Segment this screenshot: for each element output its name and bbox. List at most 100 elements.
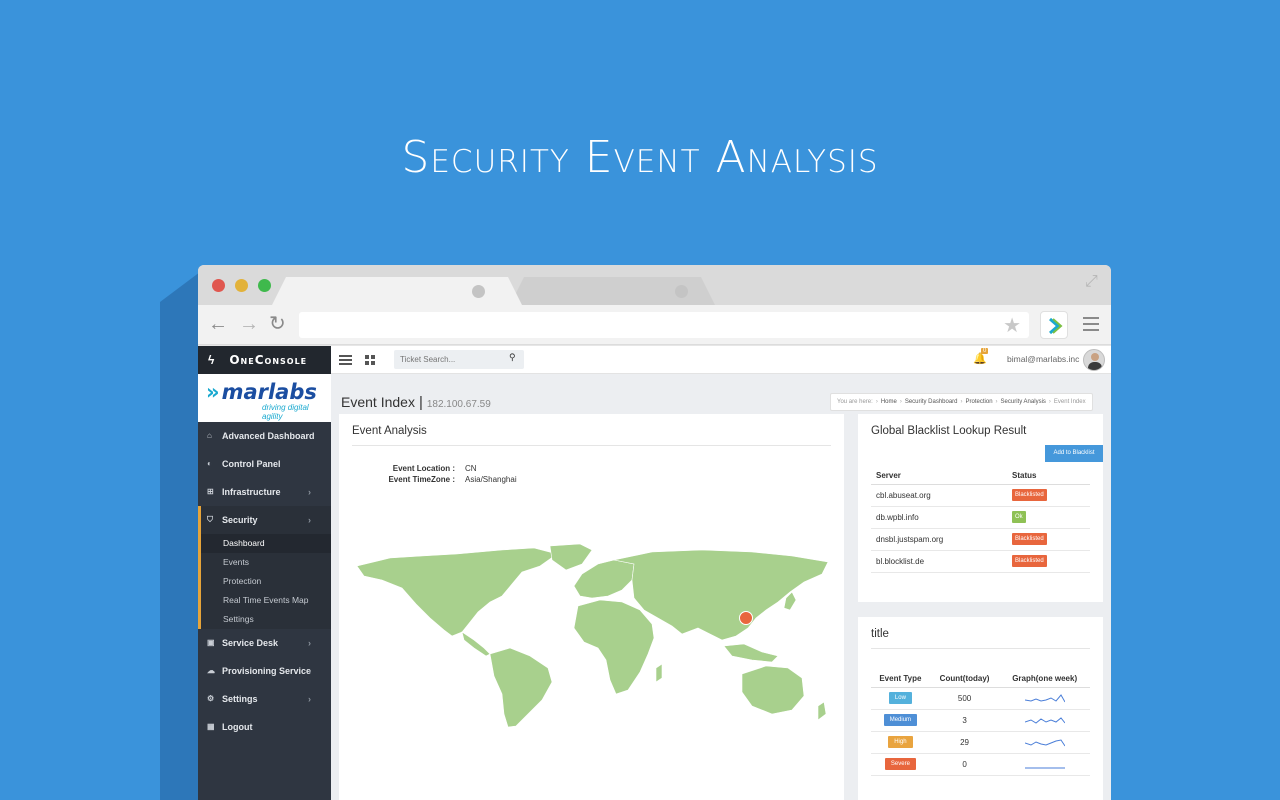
sidebar-item-settings[interactable]: ⚙ Settings › bbox=[198, 685, 331, 713]
world-map[interactable] bbox=[352, 544, 832, 729]
user-email[interactable]: bimal@marlabs.inc bbox=[1007, 354, 1079, 364]
company-logo[interactable]: »marlabs driving digital agility bbox=[198, 374, 331, 422]
breadcrumb-separator-icon: › bbox=[899, 399, 902, 405]
blacklist-table: Server Status cbl.abuseat.org Blacklisted… bbox=[871, 467, 1090, 573]
sparkline-cell bbox=[999, 753, 1090, 776]
panel-divider bbox=[871, 648, 1090, 649]
event-count: 29 bbox=[929, 731, 1000, 754]
sidebar-subitem-events[interactable]: Events bbox=[198, 553, 331, 572]
sidebar-item-control-panel[interactable]: ◐ Control Panel bbox=[198, 450, 331, 478]
sidebar-item-label: Advanced Dashboard bbox=[222, 431, 315, 441]
page-header: Event Index | 182.100.67.59 bbox=[341, 394, 491, 412]
chevron-right-icon: › bbox=[308, 487, 311, 497]
sitemap-icon: ⊞ bbox=[207, 487, 214, 496]
event-location-marker[interactable] bbox=[739, 611, 753, 625]
event-count: 0 bbox=[929, 753, 1000, 776]
briefcase-icon: ▣ bbox=[207, 638, 215, 647]
column-header: Graph(one week) bbox=[999, 670, 1090, 688]
sidebar-item-label: Settings bbox=[222, 694, 258, 704]
australia-shape bbox=[741, 665, 805, 715]
close-window-dot[interactable] bbox=[212, 279, 225, 292]
gears-icon: ⚙ bbox=[207, 694, 215, 703]
browser-tab-inactive[interactable] bbox=[510, 277, 715, 305]
breadcrumb-separator-icon: › bbox=[875, 399, 878, 405]
server-name: dnsbl.justspam.org bbox=[871, 528, 1007, 551]
table-row: Low 500 bbox=[871, 687, 1090, 710]
search-icon[interactable]: ⚲ bbox=[509, 352, 516, 363]
sparkline-cell bbox=[999, 731, 1090, 754]
sidebar-item-provisioning-service[interactable]: ☁ Provisioning Service › bbox=[198, 657, 331, 685]
table-row: db.wpbl.info Ok bbox=[871, 506, 1090, 529]
sidebar-item-infrastructure[interactable]: ⊞ Infrastructure › bbox=[198, 478, 331, 506]
southeast-asia-islands-shape bbox=[723, 643, 779, 663]
sidebar-subitem-settings[interactable]: Settings bbox=[198, 610, 331, 629]
sidebar-subitem-protection[interactable]: Protection bbox=[198, 572, 331, 591]
breadcrumb-link[interactable]: Security Dashboard bbox=[905, 399, 958, 405]
browser-tab-active[interactable] bbox=[272, 277, 522, 305]
minimize-window-dot[interactable] bbox=[235, 279, 248, 292]
panel-divider bbox=[352, 445, 831, 446]
ticket-search-input[interactable] bbox=[394, 350, 524, 369]
breadcrumb-link[interactable]: Protection bbox=[966, 399, 993, 405]
server-name: bl.blocklist.de bbox=[871, 550, 1007, 573]
table-row: cbl.abuseat.org Blacklisted bbox=[871, 484, 1090, 507]
event-type-badge: High bbox=[888, 736, 913, 748]
table-row: dnsbl.justspam.org Blacklisted bbox=[871, 528, 1090, 551]
sidebar-subitem-real-time-events-map[interactable]: Real Time Events Map bbox=[198, 591, 331, 610]
event-timezone-label: Event TimeZone : bbox=[388, 475, 455, 484]
add-to-blacklist-button[interactable]: Add to Blacklist bbox=[1045, 445, 1103, 462]
event-count: 500 bbox=[929, 687, 1000, 710]
table-row: Severe 0 bbox=[871, 753, 1090, 776]
browser-tabbar: ⤢ bbox=[198, 265, 1111, 305]
apps-grid-icon[interactable] bbox=[365, 355, 375, 365]
column-header: Status bbox=[1007, 467, 1090, 485]
status-cell: Ok bbox=[1007, 506, 1090, 529]
browser-menu-icon[interactable] bbox=[1083, 317, 1099, 335]
calendar-icon: ▦ bbox=[207, 722, 215, 731]
cloud-icon: ☁ bbox=[207, 666, 215, 675]
event-type-badge: Severe bbox=[884, 758, 916, 770]
sidebar-item-label: Control Panel bbox=[222, 459, 281, 469]
sidebar-item-service-desk[interactable]: ▣ Service Desk › bbox=[198, 629, 331, 657]
events-title: title bbox=[871, 628, 889, 640]
madagascar-shape bbox=[655, 663, 663, 683]
events-panel: title Event Type Count(today) Graph(one … bbox=[858, 617, 1103, 800]
bookmark-star-icon[interactable]: ★ bbox=[1003, 313, 1021, 338]
fullscreen-icon[interactable]: ⤢ bbox=[1085, 273, 1103, 291]
marlabs-extension-icon[interactable] bbox=[1040, 311, 1068, 339]
logo-chevron-icon: » bbox=[206, 380, 220, 404]
back-arrow-icon[interactable]: ← bbox=[208, 313, 228, 335]
column-header: Server bbox=[871, 467, 1007, 485]
sidebar-item-label: Service Desk bbox=[222, 638, 279, 648]
chevron-right-icon: › bbox=[308, 515, 311, 525]
status-badge: Blacklisted bbox=[1012, 555, 1047, 567]
sidebar-subitem-dashboard[interactable]: Dashboard bbox=[198, 534, 331, 553]
breadcrumb-link[interactable]: Security Analysis bbox=[1001, 399, 1046, 405]
table-row: Medium 3 bbox=[871, 709, 1090, 732]
logo-name: marlabs bbox=[221, 380, 317, 404]
breadcrumb: You are here: › Home › Security Dashboard › Pr… bbox=[830, 393, 1093, 411]
sidebar-toggle-icon[interactable] bbox=[339, 355, 352, 367]
blacklist-title: Global Blacklist Lookup Result bbox=[871, 425, 1027, 437]
forward-arrow-icon[interactable]: → bbox=[239, 313, 259, 335]
breadcrumb-link[interactable]: Home bbox=[881, 399, 897, 405]
home-icon: ⌂ bbox=[207, 431, 212, 440]
toggle-icon: ◐ bbox=[207, 459, 212, 468]
avatar[interactable] bbox=[1083, 349, 1105, 371]
status-cell: Blacklisted bbox=[1007, 484, 1090, 507]
brand-bar[interactable]: ϟ OneConsole bbox=[198, 346, 331, 374]
chevron-right-icon: › bbox=[308, 694, 311, 704]
maximize-window-dot[interactable] bbox=[258, 279, 271, 292]
logo-tagline: driving digital agility bbox=[262, 403, 309, 421]
event-analysis-title: Event Analysis bbox=[352, 425, 427, 437]
sidebar-item-advanced-dashboard[interactable]: ⌂ Advanced Dashboard bbox=[198, 422, 331, 450]
server-name: db.wpbl.info bbox=[871, 506, 1007, 529]
sidebar-item-logout[interactable]: ▦ Logout bbox=[198, 713, 331, 741]
column-header: Event Type bbox=[871, 670, 930, 688]
sidebar-item-security[interactable]: ⛉ Security › bbox=[198, 506, 331, 534]
greenland-shape bbox=[549, 544, 593, 571]
address-bar[interactable]: ★ bbox=[299, 312, 1029, 338]
event-type-cell: Low bbox=[871, 687, 930, 710]
events-table: Event Type Count(today) Graph(one week) … bbox=[871, 670, 1090, 776]
reload-icon[interactable]: ↻ bbox=[269, 313, 286, 335]
